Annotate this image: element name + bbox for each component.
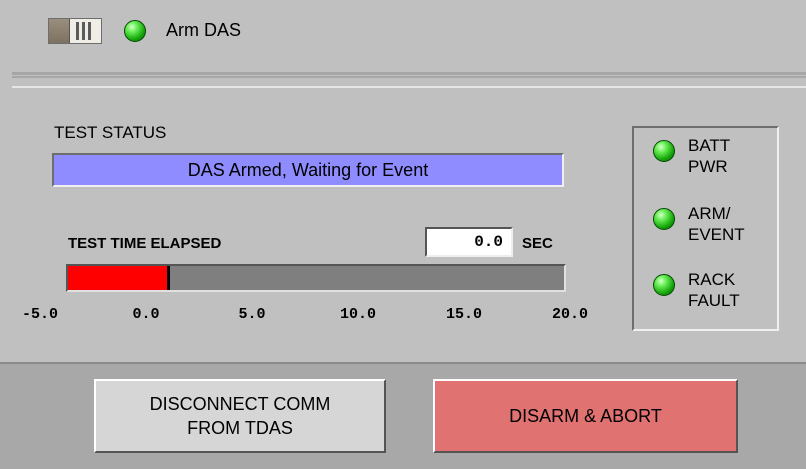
disconnect-comm-button[interactable]: DISCONNECT COMM FROM TDAS	[94, 379, 386, 453]
test-status-label: TEST STATUS	[54, 123, 167, 142]
elapsed-unit-label: SEC	[522, 235, 553, 252]
arm-event-label: ARM/ EVENT	[688, 204, 745, 244]
test-time-elapsed-label: TEST TIME ELAPSED	[68, 235, 222, 252]
progress-tick-label: -5.0	[21, 306, 59, 323]
progress-tick-label: 20.0	[551, 306, 589, 323]
divider	[12, 86, 806, 88]
test-time-progress-bar	[66, 264, 566, 292]
arm-das-label: Arm DAS	[166, 20, 242, 40]
arm-event-led-icon	[653, 208, 675, 230]
arm-das-led-icon	[124, 20, 146, 42]
toggle-knob[interactable]	[49, 19, 70, 43]
arm-das-toggle[interactable]	[48, 18, 102, 44]
progress-marker	[167, 266, 170, 290]
progress-tick-label: 10.0	[339, 306, 377, 323]
toggle-track	[70, 19, 101, 43]
test-time-elapsed-value: 0.0	[425, 227, 513, 257]
progress-tick-label: 15.0	[445, 306, 483, 323]
batt-pwr-label: BATT PWR	[688, 136, 731, 176]
test-status-display: DAS Armed, Waiting for Event	[52, 153, 564, 187]
rack-fault-label: RACK FAULT	[688, 270, 740, 310]
batt-pwr-led-icon	[653, 140, 675, 162]
progress-tick-label: 5.0	[238, 306, 266, 323]
disarm-abort-button[interactable]: DISARM & ABORT	[433, 379, 738, 453]
progress-tick-label: 0.0	[132, 306, 160, 323]
progress-fill	[68, 266, 167, 290]
rack-fault-led-icon	[653, 274, 675, 296]
divider	[12, 76, 806, 78]
